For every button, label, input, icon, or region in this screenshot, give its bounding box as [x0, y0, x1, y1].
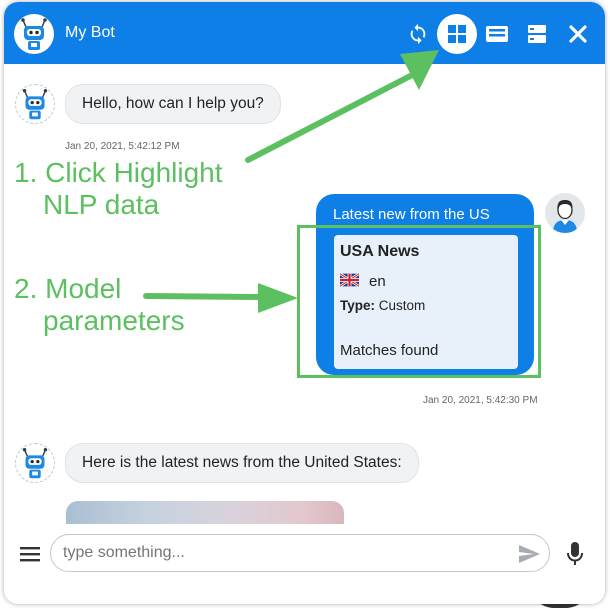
annotation-step-2-line2: parameters: [43, 305, 185, 336]
user-message-text: Latest new from the US: [333, 206, 490, 223]
chat-header: My Bot: [4, 2, 605, 64]
stage: My Bot Hello, how can I help you? Jan 20…: [0, 0, 610, 609]
annotation-step-1: 1. Click Highlight NLP data: [14, 157, 223, 221]
close-icon[interactable]: [561, 17, 595, 51]
annotation-step-2: 2. Model parameters: [14, 273, 185, 337]
panels-icon[interactable]: [520, 17, 554, 51]
menu-icon[interactable]: [19, 543, 41, 565]
highlight-nlp-button[interactable]: [437, 14, 477, 54]
refresh-icon[interactable]: [401, 17, 435, 51]
message-input[interactable]: [50, 534, 550, 572]
annotation-step-1-line1: 1. Click Highlight: [14, 157, 223, 188]
nlp-highlight-frame: [297, 225, 541, 378]
user-avatar-icon: [545, 193, 585, 233]
bot-avatar-icon: [15, 443, 55, 483]
news-image[interactable]: [66, 501, 344, 524]
message-text: Here is the latest news from the United …: [82, 454, 402, 471]
microphone-icon[interactable]: [565, 541, 585, 567]
message-timestamp: Jan 20, 2021, 5:42:12 PM: [65, 141, 180, 152]
bot-avatar-icon: [15, 84, 55, 124]
bot-message-bubble: Here is the latest news from the United …: [65, 443, 419, 483]
keyboard-icon[interactable]: [480, 17, 514, 51]
bot-name-title: My Bot: [65, 24, 115, 41]
message-text: Hello, how can I help you?: [82, 95, 264, 112]
send-icon[interactable]: [517, 542, 541, 566]
message-timestamp: Jan 20, 2021, 5:42:30 PM: [423, 395, 538, 406]
annotation-step-1-line2: NLP data: [43, 189, 160, 220]
highlight-nlp-icon: [446, 23, 468, 45]
annotation-step-2-line1: 2. Model: [14, 273, 122, 304]
bot-message-bubble: Hello, how can I help you?: [65, 84, 281, 124]
bot-avatar-icon: [14, 14, 54, 54]
